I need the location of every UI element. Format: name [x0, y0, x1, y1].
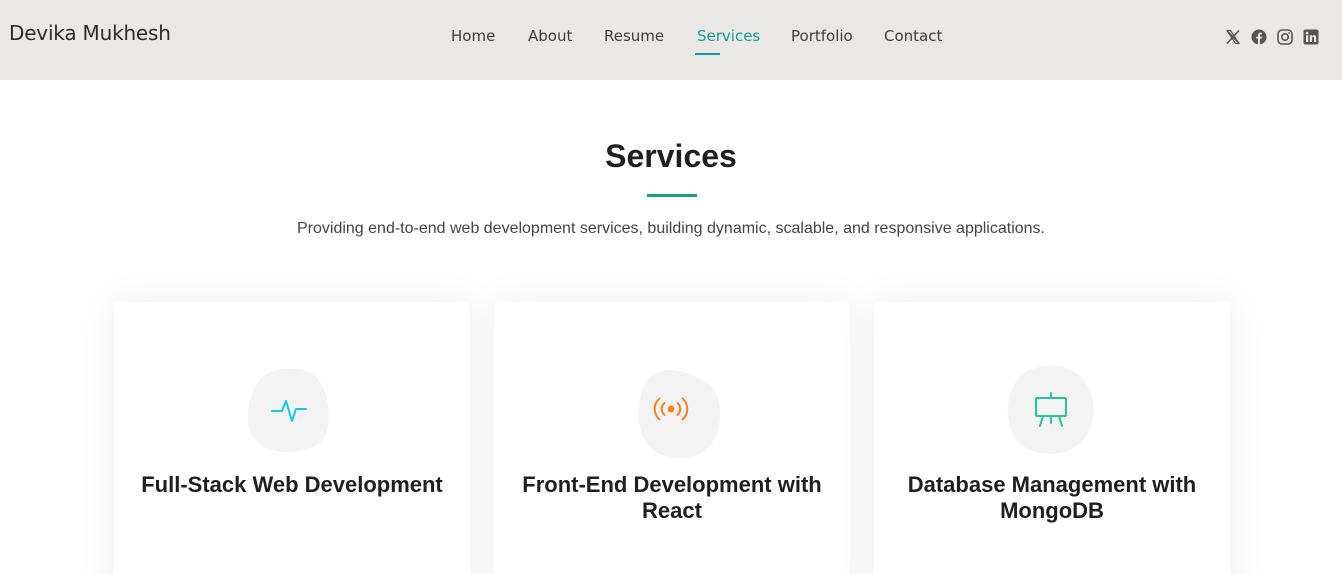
service-card-database[interactable]: Database Management with MongoDB [874, 302, 1230, 574]
nav-contact[interactable]: Contact [884, 27, 942, 45]
service-card-title: Database Management with MongoDB [907, 472, 1197, 523]
nav-services[interactable]: Services [697, 27, 760, 45]
icon-blob [246, 367, 342, 467]
facebook-icon[interactable] [1251, 29, 1267, 45]
activity-icon [271, 400, 307, 422]
instagram-icon[interactable] [1277, 29, 1293, 45]
linkedin-icon[interactable] [1303, 29, 1319, 45]
nav-home[interactable]: Home [451, 27, 495, 45]
service-card-title: Full-Stack Web Development [141, 472, 443, 497]
site-header: Devika Mukhesh Home About Resume Service… [0, 0, 1342, 80]
service-card-frontend[interactable]: Front-End Development with React [494, 302, 850, 574]
broadcast-icon [653, 397, 689, 421]
icon-blob [1007, 365, 1103, 465]
section-title: Services [605, 138, 737, 174]
icon-blob [638, 368, 734, 468]
section-subtitle: Providing end-to-end web development ser… [297, 220, 1045, 237]
nav-active-underline [695, 53, 720, 55]
nav-about[interactable]: About [528, 27, 572, 45]
nav-portfolio[interactable]: Portfolio [791, 27, 853, 45]
title-divider [647, 194, 697, 197]
service-card-fullstack[interactable]: Full-Stack Web Development [114, 302, 470, 574]
x-twitter-icon[interactable] [1225, 29, 1241, 45]
easel-icon [1035, 392, 1067, 427]
main-nav: Home About Resume Services Portfolio Con… [0, 27, 1342, 57]
nav-resume[interactable]: Resume [604, 27, 664, 45]
service-card-title: Front-End Development with React [522, 472, 822, 523]
